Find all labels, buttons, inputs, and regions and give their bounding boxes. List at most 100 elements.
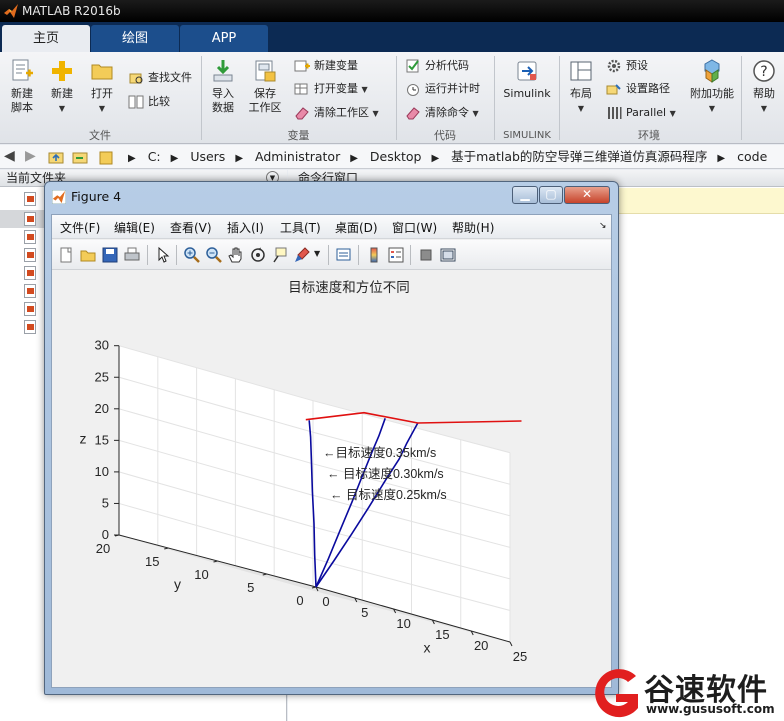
tab-apps[interactable]: APP <box>180 25 268 52</box>
brush-dropdown-icon[interactable]: ▼ <box>314 249 320 258</box>
breadcrumb-item[interactable]: code <box>737 149 767 164</box>
forward-arrow-icon[interactable]: ▶ <box>25 148 36 164</box>
open-dropdown-arrow-icon[interactable]: ▼ <box>99 104 105 113</box>
breadcrumb-separator-icon: ▶ <box>128 153 136 164</box>
clear-workspace-dropdown-icon[interactable]: ▼ <box>373 109 379 118</box>
ribbon-tab-bar: 主页 绘图 APP <box>0 22 784 52</box>
y-tick-label: 20 <box>96 541 110 556</box>
menu-desktop[interactable]: 桌面(D) <box>335 219 378 236</box>
file-icon <box>24 192 36 206</box>
new-script-button[interactable]: 新建 脚本 <box>6 58 38 115</box>
menu-insert[interactable]: 插入(I) <box>227 219 264 236</box>
hide-plot-tools-icon[interactable] <box>417 246 435 264</box>
layout-button[interactable]: 布局 ▼ <box>565 58 597 116</box>
addons-button[interactable]: 附加功能 ▼ <box>686 58 738 116</box>
menu-view[interactable]: 查看(V) <box>170 219 212 236</box>
run-and-time-label: 运行并计时 <box>425 82 480 95</box>
find-files-icon <box>129 73 143 84</box>
dock-arrow-icon[interactable]: ↘ <box>599 221 607 231</box>
brush-icon[interactable] <box>293 246 311 264</box>
menu-window[interactable]: 窗口(W) <box>392 219 437 236</box>
z-tick-label: 0 <box>102 527 109 542</box>
clear-commands-button[interactable]: 清除命令 ▼ <box>403 103 479 123</box>
analyze-code-button[interactable]: 分析代码 <box>403 56 469 76</box>
velocity-annotation: ← 目标速度0.30km/s <box>327 466 444 481</box>
data-cursor-icon[interactable] <box>271 246 289 264</box>
breadcrumb-item[interactable]: Users <box>190 149 225 164</box>
close-button[interactable]: ✕ <box>564 186 610 204</box>
maximize-button[interactable]: ▢ <box>539 186 563 204</box>
new-variable-button[interactable]: 新建变量 <box>292 56 358 76</box>
tab-plots[interactable]: 绘图 <box>91 25 179 52</box>
addons-dropdown-arrow-icon[interactable]: ▼ <box>709 104 715 113</box>
minimize-button[interactable]: ▁ <box>512 186 538 204</box>
browse-folder-icon[interactable] <box>72 149 88 165</box>
parallel-dropdown-icon[interactable]: ▼ <box>670 109 676 118</box>
help-button[interactable]: ? 帮助 ▼ <box>748 58 780 116</box>
preferences-button[interactable]: 预设 <box>604 56 648 76</box>
open-button[interactable]: 打开 ▼ <box>86 58 118 116</box>
x-tick-label: 0 <box>322 594 329 609</box>
breadcrumb-item[interactable]: 基于matlab的防空导弹三维弹道仿真源码程序 <box>451 149 707 164</box>
run-and-time-button[interactable]: 运行并计时 <box>403 79 480 99</box>
save-workspace-button[interactable]: 保存 工作区 <box>246 58 284 115</box>
open-variable-button[interactable]: 打开变量 ▼ <box>292 79 368 99</box>
pointer-icon[interactable] <box>154 246 172 264</box>
new-dropdown-arrow-icon[interactable]: ▼ <box>59 104 65 113</box>
parallel-icon <box>608 107 622 119</box>
open-file-icon[interactable] <box>79 246 97 264</box>
layout-dropdown-arrow-icon[interactable]: ▼ <box>578 104 584 113</box>
breadcrumb-separator-icon: ▶ <box>717 153 726 164</box>
breadcrumb-item[interactable]: Desktop <box>370 149 422 164</box>
open-variable-dropdown-icon[interactable]: ▼ <box>362 85 368 94</box>
plot-axes[interactable]: 051015202505101520051015202530xyz目标速度和方位… <box>52 271 611 687</box>
colorbar-icon[interactable] <box>365 246 383 264</box>
z-tick-label: 20 <box>95 401 109 416</box>
breadcrumb-item[interactable]: C: <box>148 149 161 164</box>
clear-workspace-button[interactable]: 清除工作区 ▼ <box>292 103 379 123</box>
x-tick-label: 5 <box>361 605 368 620</box>
parallel-button[interactable]: Parallel ▼ <box>604 103 676 123</box>
breadcrumb-item[interactable]: Administrator <box>255 149 340 164</box>
compare-button[interactable]: 比较 <box>126 92 170 112</box>
menu-help[interactable]: 帮助(H) <box>452 219 494 236</box>
help-dropdown-arrow-icon[interactable]: ▼ <box>761 104 767 113</box>
menu-file[interactable]: 文件(F) <box>60 219 100 236</box>
m-file-icon <box>24 266 36 280</box>
tab-home[interactable]: 主页 <box>2 25 90 52</box>
find-files-button[interactable]: 查找文件 <box>126 68 192 88</box>
new-variable-icon <box>294 60 310 72</box>
breadcrumb-separator-icon: ▶ <box>350 153 358 164</box>
zoom-in-icon[interactable] <box>183 246 201 264</box>
show-plot-tools-icon[interactable] <box>439 246 457 264</box>
link-plot-icon[interactable] <box>335 246 353 264</box>
save-icon[interactable] <box>101 246 119 264</box>
new-script-icon <box>12 59 33 81</box>
toolbar-divider <box>147 245 148 265</box>
up-folder-icon[interactable] <box>48 149 64 165</box>
rotate-3d-icon[interactable] <box>249 246 267 264</box>
clear-commands-dropdown-icon[interactable]: ▼ <box>473 109 479 118</box>
set-path-button[interactable]: 设置路径 <box>604 79 670 99</box>
zoom-out-icon[interactable] <box>205 246 223 264</box>
help-icon: ? <box>753 60 775 82</box>
compare-label: 比较 <box>148 95 170 108</box>
set-path-icon <box>606 84 621 95</box>
figure-window[interactable]: Figure 4 ▁ ▢ ✕ 文件(F) 编辑(E) 查看(V) 插入(I) 工… <box>44 181 619 695</box>
import-data-button[interactable]: 导入 数据 <box>207 58 239 115</box>
new-figure-icon[interactable] <box>57 246 75 264</box>
menu-edit[interactable]: 编辑(E) <box>114 219 155 236</box>
z-axis-label: z <box>80 430 87 446</box>
ribbon: 新建 脚本 新建 ▼ 打开 ▼ 查找文件 比较 文件 导入 数据 保存 工作区 … <box>0 52 784 144</box>
parallel-label: Parallel <box>626 106 667 119</box>
legend-icon[interactable] <box>387 246 405 264</box>
pan-hand-icon[interactable] <box>227 246 245 264</box>
matlab-logo-icon <box>4 4 18 18</box>
simulink-button[interactable]: Simulink <box>502 58 552 101</box>
window-title-bar: MATLAB R2016b <box>0 0 784 22</box>
gususoft-logo-icon <box>595 669 638 718</box>
new-button[interactable]: 新建 ▼ <box>46 58 78 116</box>
menu-tools[interactable]: 工具(T) <box>280 219 321 236</box>
print-icon[interactable] <box>123 246 141 264</box>
back-arrow-icon[interactable]: ◀ <box>4 148 15 164</box>
